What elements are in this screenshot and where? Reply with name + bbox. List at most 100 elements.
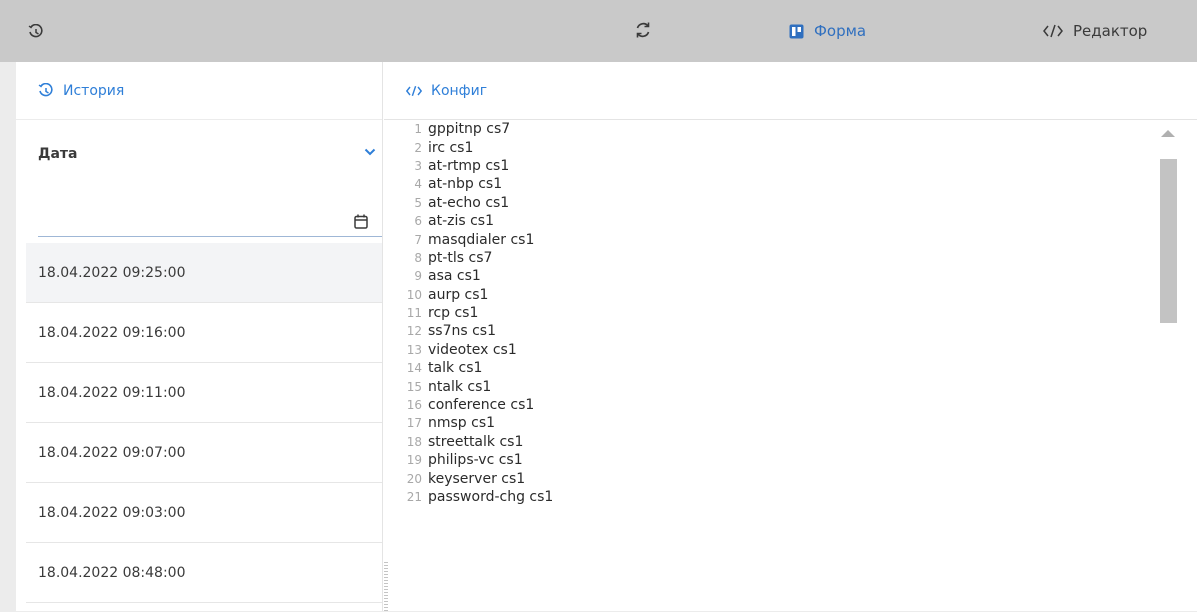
line-number: 14 [406, 361, 422, 376]
code-text: rcp cs1 [428, 305, 479, 322]
editor-scrollbar[interactable] [1157, 122, 1179, 611]
code-text: aurp cs1 [428, 286, 489, 303]
code-icon [406, 85, 422, 96]
refresh-button[interactable] [634, 21, 652, 39]
code-line: 4 at-nbp cs1 [394, 175, 1160, 193]
tab-editor-label: Редактор [1073, 22, 1148, 40]
code-text: ntalk cs1 [428, 378, 492, 395]
line-number: 6 [414, 214, 422, 229]
chevron-down-icon[interactable] [364, 148, 376, 156]
code-text: password-chg cs1 [428, 489, 554, 505]
code-line: 12 ss7ns cs1 [394, 322, 1160, 340]
line-number: 18 [406, 434, 422, 449]
line-number: 15 [406, 379, 422, 394]
history-item[interactable]: 18.04.2022 09:07:00 [26, 423, 382, 483]
form-icon [789, 24, 804, 38]
history-toggle-button[interactable] [28, 24, 44, 40]
history-item-timestamp: 18.04.2022 09:03:00 [38, 504, 186, 521]
line-number: 21 [406, 490, 422, 504]
code-text: keyserver cs1 [428, 470, 526, 487]
config-pane: Конфиг 1 gppitnp cs7 2 irc cs1 3 at-rtmp cs1 4… [384, 62, 1197, 611]
code-text: irc cs1 [428, 139, 474, 156]
code-line: 21 password-chg cs1 [394, 488, 1160, 506]
config-history-panel: История Дата 18.04.2022 09:25:00 18.04.20… [16, 62, 1197, 612]
history-item-timestamp: 18.04.2022 09:07:00 [38, 444, 186, 461]
code-line: 18 streettalk cs1 [394, 433, 1160, 451]
refresh-icon [636, 22, 650, 38]
line-number: 20 [406, 471, 422, 486]
history-item[interactable]: 18.04.2022 09:16:00 [26, 303, 382, 363]
history-item-timestamp: 18.04.2022 08:48:00 [38, 564, 186, 581]
code-text: philips-vc cs1 [428, 452, 523, 469]
history-item[interactable]: 18.04.2022 09:11:00 [26, 363, 382, 423]
config-editor[interactable]: 1 gppitnp cs7 2 irc cs1 3 at-rtmp cs1 4 at-nbp … [394, 120, 1160, 611]
history-item[interactable]: 18.04.2022 09:03:00 [26, 483, 382, 543]
code-text: at-rtmp cs1 [428, 157, 510, 174]
history-header: История [16, 62, 382, 120]
code-text: masqdialer cs1 [428, 231, 535, 248]
line-number: 4 [414, 177, 422, 192]
code-line: 17 nmsp cs1 [394, 414, 1160, 432]
date-input[interactable] [38, 210, 382, 237]
date-filter-label: Дата [38, 146, 78, 162]
code-text: nmsp cs1 [428, 415, 496, 432]
code-line: 16 conference cs1 [394, 396, 1160, 414]
scrollbar-thumb[interactable] [1160, 159, 1177, 323]
code-text: pt-tls cs7 [428, 249, 493, 266]
line-number: 1 [414, 122, 422, 137]
code-line: 3 at-rtmp cs1 [394, 157, 1160, 175]
history-item-timestamp: 18.04.2022 09:16:00 [38, 324, 186, 341]
line-number: 9 [414, 269, 422, 284]
history-pane: История Дата 18.04.2022 09:25:00 18.04.20… [16, 62, 383, 611]
history-icon [38, 82, 53, 96]
code-text: at-nbp cs1 [428, 176, 503, 193]
config-header: Конфиг [384, 62, 1197, 120]
tab-form-label: Форма [814, 22, 867, 40]
code-text: videotex cs1 [428, 341, 517, 358]
code-line: 8 pt-tls cs7 [394, 249, 1160, 267]
code-text: conference cs1 [428, 397, 535, 414]
history-icon [28, 24, 43, 38]
line-number: 13 [406, 342, 422, 357]
calendar-icon[interactable] [354, 214, 368, 229]
code-line: 1 gppitnp cs7 [394, 120, 1160, 138]
code-icon [1043, 24, 1063, 38]
history-title: История [63, 82, 125, 99]
line-number: 3 [414, 158, 422, 173]
config-title: Конфиг [431, 82, 488, 99]
code-line: 9 asa cs1 [394, 267, 1160, 285]
tab-form[interactable]: Форма [789, 22, 866, 40]
line-number: 8 [414, 250, 422, 265]
history-item-timestamp: 18.04.2022 09:25:00 [38, 264, 186, 281]
line-number: 10 [406, 287, 422, 302]
code-line: 10 aurp cs1 [394, 286, 1160, 304]
date-filter: Дата [16, 120, 382, 240]
code-line: 13 videotex cs1 [394, 341, 1160, 359]
line-number: 11 [406, 306, 422, 321]
history-item-timestamp: 18.04.2022 09:11:00 [38, 384, 186, 401]
tab-editor[interactable]: Редактор [1043, 22, 1147, 40]
history-item[interactable]: 18.04.2022 09:25:00 [26, 243, 382, 303]
code-line: 15 ntalk cs1 [394, 377, 1160, 395]
line-number: 19 [406, 453, 422, 468]
top-toolbar: Форма Редактор [0, 0, 1197, 62]
code-text: streettalk cs1 [428, 433, 524, 450]
code-line: 5 at-echo cs1 [394, 194, 1160, 212]
code-text: ss7ns cs1 [428, 323, 497, 340]
code-line: 11 rcp cs1 [394, 304, 1160, 322]
line-number: 16 [406, 398, 422, 413]
code-line: 19 philips-vc cs1 [394, 451, 1160, 469]
scroll-up-arrow-icon[interactable] [1161, 130, 1175, 137]
code-text: talk cs1 [428, 360, 483, 377]
history-item[interactable]: 18.04.2022 08:48:00 [26, 543, 382, 603]
code-line: 7 masqdialer cs1 [394, 230, 1160, 248]
line-number: 2 [414, 140, 422, 155]
history-list: 18.04.2022 09:25:00 18.04.2022 09:16:00 18… [26, 243, 382, 603]
line-number: 17 [406, 416, 422, 431]
code-line: 14 talk cs1 [394, 359, 1160, 377]
code-line: 2 irc cs1 [394, 138, 1160, 156]
line-number: 5 [414, 195, 422, 210]
line-number: 7 [414, 232, 422, 247]
code-text: asa cs1 [428, 268, 481, 285]
code-line: 6 at-zis cs1 [394, 212, 1160, 230]
